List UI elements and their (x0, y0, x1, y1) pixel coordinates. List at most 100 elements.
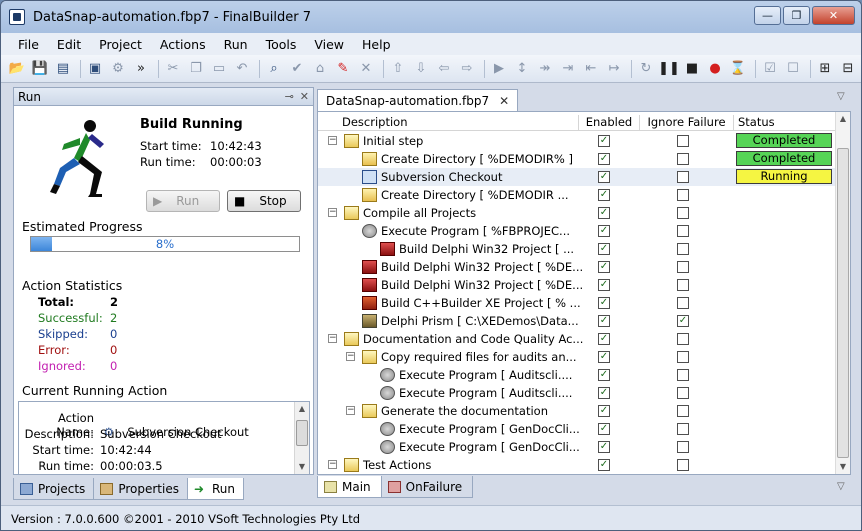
checkbox-icon[interactable]: ☑ (760, 59, 780, 79)
record-icon[interactable]: ● (705, 59, 725, 79)
open-folder-icon[interactable]: 📂 (7, 59, 27, 79)
stop-button[interactable]: ■ Stop (227, 190, 301, 212)
collapse-icon[interactable]: ⊟ (838, 59, 858, 79)
ignore-failure-checkbox[interactable] (677, 333, 689, 345)
table-row[interactable]: Execute Program [ GenDocCli... ✓ (318, 438, 835, 456)
menu-file[interactable]: File (9, 37, 48, 52)
panel-close-icon[interactable]: ✕ (300, 90, 309, 103)
grid-scrollbar[interactable]: ▲ ▼ (835, 112, 850, 474)
tab-onfailure[interactable]: OnFailure (380, 476, 474, 498)
enabled-checkbox[interactable]: ✓ (598, 261, 610, 273)
run-button[interactable]: ▶ Run (146, 190, 220, 212)
find-icon[interactable]: ⌕ (264, 59, 284, 79)
expand-icon[interactable]: ⊞ (815, 59, 835, 79)
more-icon[interactable]: » (131, 59, 151, 79)
enabled-checkbox[interactable]: ✓ (598, 243, 610, 255)
pin-icon[interactable]: ⊸ (285, 90, 294, 103)
ignore-failure-checkbox[interactable] (677, 171, 689, 183)
ignore-failure-checkbox[interactable] (677, 297, 689, 309)
table-row[interactable]: − Generate the documentation ✓ (318, 402, 835, 420)
enabled-checkbox[interactable]: ✓ (598, 441, 610, 453)
ignore-failure-checkbox[interactable] (677, 225, 689, 237)
step-into-icon[interactable]: ⇥ (558, 59, 578, 79)
step-out-icon[interactable]: ⇤ (581, 59, 601, 79)
maximize-button[interactable]: ❐ (783, 6, 810, 25)
step-end-icon[interactable]: ↦ (604, 59, 624, 79)
tab-main[interactable]: Main (317, 476, 382, 498)
save-icon[interactable]: 💾 (30, 59, 50, 79)
step-icon[interactable]: ↕ (512, 59, 532, 79)
move-down-icon[interactable]: ⇩ (411, 59, 431, 79)
scroll-up-icon[interactable]: ▲ (836, 112, 850, 126)
move-up-icon[interactable]: ⇧ (388, 59, 408, 79)
tab-properties[interactable]: Properties (93, 478, 188, 500)
table-row[interactable]: Build C++Builder XE Project [ % ... ✓ (318, 294, 835, 312)
enabled-checkbox[interactable]: ✓ (598, 333, 610, 345)
tag-icon[interactable]: ⌂ (310, 59, 330, 79)
ignore-failure-checkbox[interactable]: ✓ (677, 315, 689, 327)
hourglass-icon[interactable]: ⌛ (728, 59, 748, 79)
chevron-down-icon[interactable]: ▽ (837, 481, 845, 492)
document-tab[interactable]: DataSnap-automation.fbp7 ✕ (317, 89, 519, 111)
table-row[interactable]: Delphi Prism [ C:\XEDemos\Data... ✓ ✓ (318, 312, 835, 330)
collapse-toggle[interactable]: − (328, 460, 337, 469)
step-over-icon[interactable]: ↠ (535, 59, 555, 79)
enabled-checkbox[interactable]: ✓ (598, 279, 610, 291)
chevron-down-icon[interactable]: ▽ (837, 91, 845, 102)
ignore-failure-checkbox[interactable] (677, 441, 689, 453)
paste-icon[interactable]: ▭ (209, 59, 229, 79)
menu-run[interactable]: Run (215, 37, 257, 52)
menu-actions[interactable]: Actions (151, 37, 215, 52)
enabled-checkbox[interactable]: ✓ (598, 297, 610, 309)
enabled-checkbox[interactable]: ✓ (598, 369, 610, 381)
ignore-failure-checkbox[interactable] (677, 153, 689, 165)
scroll-thumb[interactable] (837, 148, 849, 458)
scroll-down-icon[interactable]: ▼ (836, 460, 850, 474)
cut-icon[interactable]: ✂ (163, 59, 183, 79)
ignore-failure-checkbox[interactable] (677, 405, 689, 417)
collapse-toggle[interactable]: − (328, 208, 337, 217)
collapse-toggle[interactable]: − (328, 334, 337, 343)
delete-icon[interactable]: ✕ (356, 59, 376, 79)
table-row[interactable]: Execute Program [ %FBPROJEC... ✓ (318, 222, 835, 240)
check-icon[interactable]: ✔ (287, 59, 307, 79)
enabled-checkbox[interactable]: ✓ (598, 405, 610, 417)
options-icon[interactable]: ▣ (85, 59, 105, 79)
ignore-failure-checkbox[interactable] (677, 135, 689, 147)
table-row[interactable]: − Copy required files for audits an... ✓ (318, 348, 835, 366)
table-row[interactable]: Build Delphi Win32 Project [ %DE... ✓ (318, 258, 835, 276)
menu-help[interactable]: Help (353, 37, 400, 52)
refresh-icon[interactable]: ↻ (636, 59, 656, 79)
ignore-failure-checkbox[interactable] (677, 189, 689, 201)
move-left-icon[interactable]: ⇦ (434, 59, 454, 79)
menu-project[interactable]: Project (90, 37, 151, 52)
tab-projects[interactable]: Projects (13, 478, 95, 500)
table-row[interactable]: Execute Program [ Auditscli.... ✓ (318, 384, 835, 402)
pause-icon[interactable]: ❚❚ (658, 59, 680, 79)
enabled-checkbox[interactable]: ✓ (598, 423, 610, 435)
table-row[interactable]: Subversion Checkout ✓ Running (318, 168, 835, 186)
ignore-failure-checkbox[interactable] (677, 369, 689, 381)
current-action-scrollbar[interactable]: ▲ ▼ (294, 402, 309, 474)
table-row[interactable]: − Compile all Projects ✓ (318, 204, 835, 222)
magic-icon[interactable]: ✎ (333, 59, 353, 79)
move-right-icon[interactable]: ⇨ (457, 59, 477, 79)
collapse-toggle[interactable]: − (346, 352, 355, 361)
enabled-checkbox[interactable]: ✓ (598, 351, 610, 363)
enabled-checkbox[interactable]: ✓ (598, 153, 610, 165)
col-status[interactable]: Status (734, 115, 835, 131)
minimize-button[interactable]: — (754, 6, 781, 25)
ignore-failure-checkbox[interactable] (677, 387, 689, 399)
table-row[interactable]: Build Delphi Win32 Project [ %DE... ✓ (318, 276, 835, 294)
ignore-failure-checkbox[interactable] (677, 459, 689, 471)
ignore-failure-checkbox[interactable] (677, 243, 689, 255)
table-row[interactable]: Build Delphi Win32 Project [ ... ✓ (318, 240, 835, 258)
table-row[interactable]: Create Directory [ %DEMODIR% ] ✓ Completed (318, 150, 835, 168)
table-row[interactable]: Execute Program [ GenDocCli... ✓ (318, 420, 835, 438)
table-row[interactable]: − Initial step ✓ Completed (318, 132, 835, 150)
ignore-failure-checkbox[interactable] (677, 279, 689, 291)
table-row[interactable]: Create Directory [ %DEMODIR ... ✓ (318, 186, 835, 204)
menu-view[interactable]: View (305, 37, 353, 52)
col-description[interactable]: Description (318, 115, 579, 131)
enabled-checkbox[interactable]: ✓ (598, 387, 610, 399)
